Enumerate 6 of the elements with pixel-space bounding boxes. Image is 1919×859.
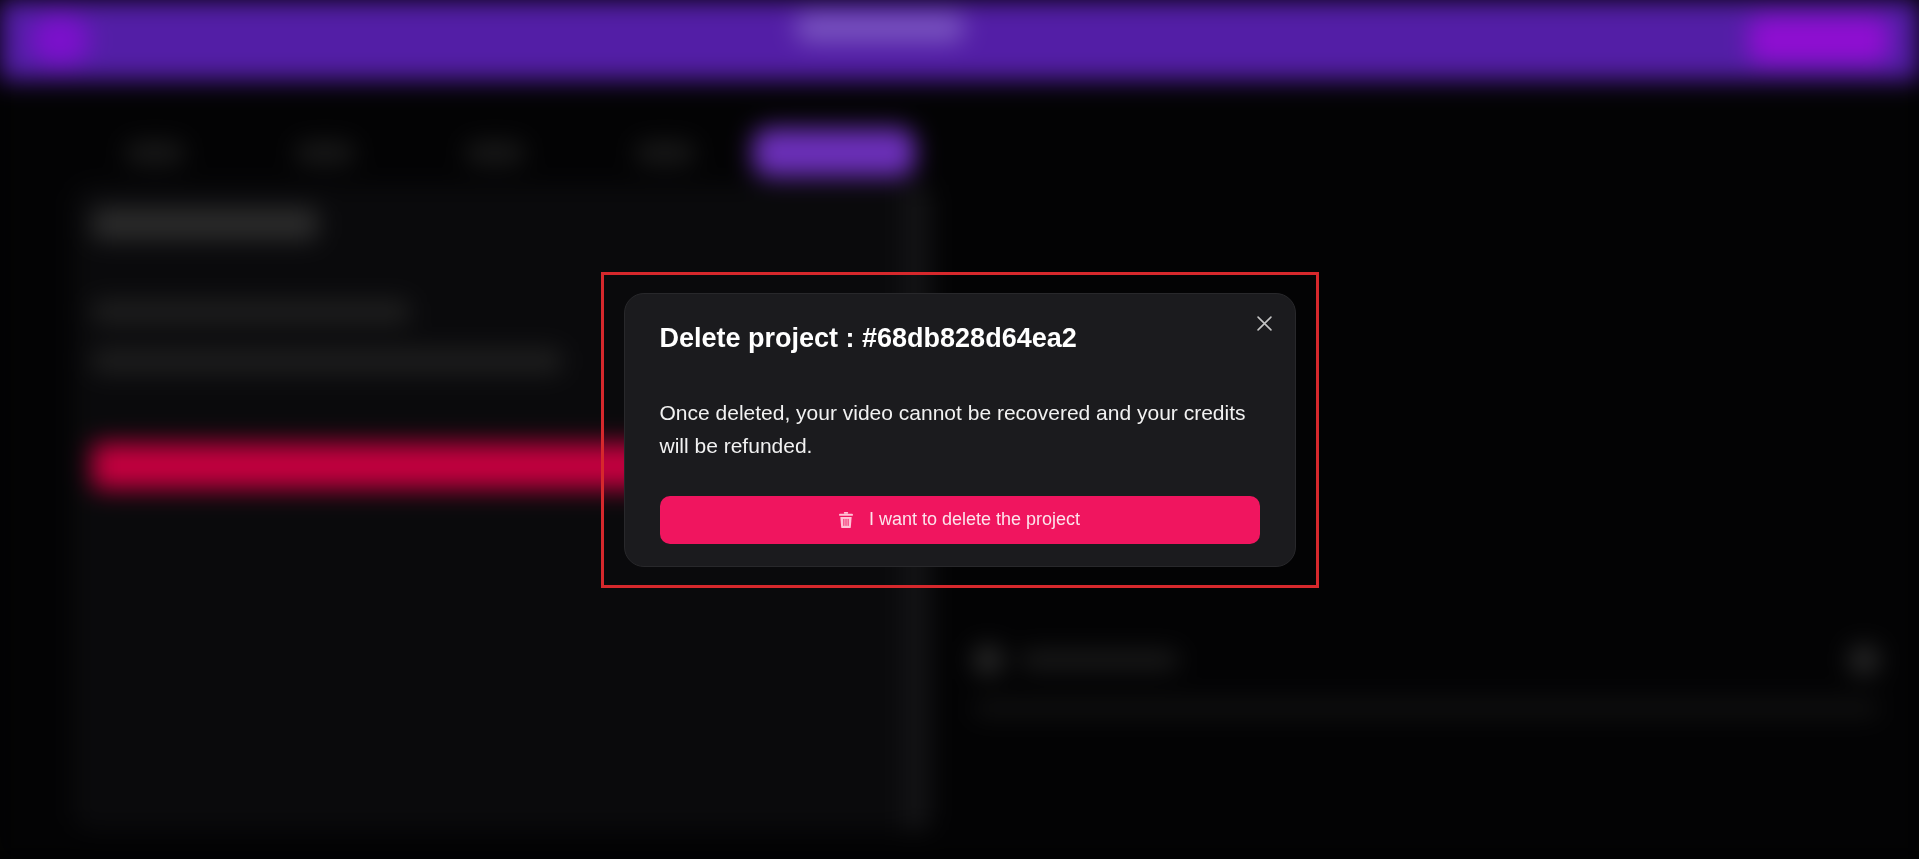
trash-icon: [838, 511, 853, 528]
dialog-title: Delete project : #68db828d64ea2: [659, 321, 1078, 355]
dialog-message: Once deleted, your video cannot be recovered and your credits will be refunded.: [659, 399, 1247, 459]
close-button[interactable]: [1255, 314, 1274, 333]
delete-project-button[interactable]: I want to delete the project: [659, 495, 1260, 544]
close-icon: [1257, 316, 1272, 331]
